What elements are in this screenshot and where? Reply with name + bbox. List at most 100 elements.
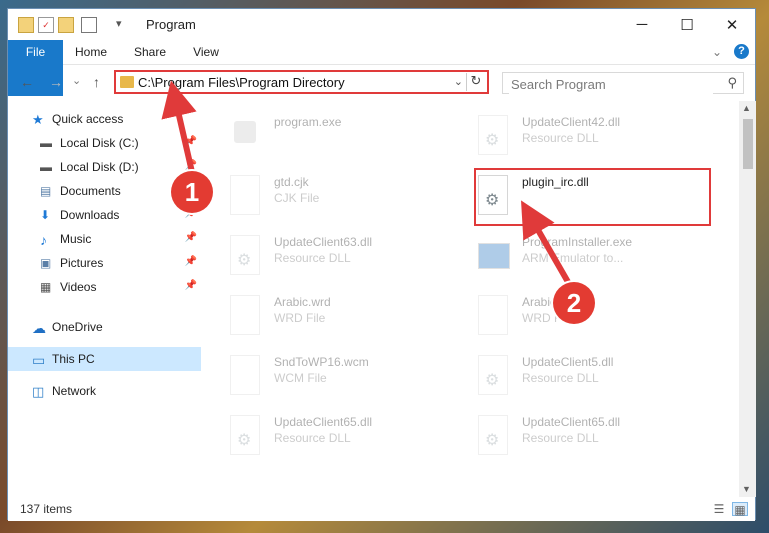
file-name: SndToWP16.wcm: [274, 355, 369, 369]
file-icon: [230, 175, 260, 215]
file-name: gtd.cjk: [274, 175, 309, 189]
item-count: 137 items: [20, 502, 73, 516]
refresh-button[interactable]: ↻: [466, 73, 485, 91]
nav-item-downloads[interactable]: ⬇ Downloads 📌: [8, 203, 201, 227]
document-icon: ▤: [40, 184, 52, 198]
nav-item-label: Documents: [60, 184, 121, 198]
up-button[interactable]: ↑: [93, 74, 100, 90]
folder-icon[interactable]: [18, 17, 34, 33]
videos-icon: ▦: [40, 280, 52, 294]
nav-item-label: Network: [52, 384, 97, 398]
nav-item-onedrive[interactable]: ☁ OneDrive: [8, 315, 201, 339]
nav-item-label: This PC: [52, 352, 95, 366]
nav-item-network[interactable]: ◫ Network: [8, 379, 201, 403]
nav-item-this-pc[interactable]: ▭ This PC: [8, 347, 201, 371]
file-name: UpdateClient63.dll: [274, 235, 373, 249]
file-item[interactable]: SndToWP16.wcm WCM File: [208, 351, 438, 407]
recent-locations-button[interactable]: ⌄: [72, 74, 81, 87]
customize-quick-access-icon[interactable]: ▾: [116, 17, 130, 31]
tiles-view-icon[interactable]: ▦: [732, 502, 748, 517]
pin-icon[interactable]: 📌: [185, 232, 197, 243]
file-item[interactable]: program.exe: [208, 111, 438, 167]
tab-share[interactable]: Share: [125, 40, 175, 64]
computer-icon: ▭: [32, 352, 46, 368]
file-name: UpdateClient65.dll: [522, 415, 621, 429]
pin-icon[interactable]: 📌: [185, 160, 197, 171]
file-highlight-box: [474, 168, 711, 226]
close-button[interactable]: ✕: [709, 9, 755, 40]
file-type: Resource DLL: [522, 131, 599, 145]
maximize-button[interactable]: ☐: [664, 9, 710, 40]
music-icon: ♪: [40, 232, 47, 248]
file-name: ProgramInstaller.exe: [522, 235, 633, 249]
file-item[interactable]: Arabic.wrd WRD File: [208, 291, 438, 347]
properties-icon[interactable]: ✓: [38, 17, 54, 33]
file-item[interactable]: ⚙ UpdateClient5.dll Resource DLL: [456, 351, 686, 407]
nav-item-local-disk-d[interactable]: ▬ Local Disk (D:) 📌: [8, 155, 201, 179]
nav-item-videos[interactable]: ▦ Videos 📌: [8, 275, 201, 299]
search-box[interactable]: ⚲: [502, 72, 744, 94]
ribbon-tabs: File Home Share View ⌄ ?: [8, 40, 755, 96]
pin-icon[interactable]: 📌: [185, 136, 197, 147]
back-button[interactable]: ←: [20, 74, 34, 90]
nav-item-local-disk-c[interactable]: ▬ Local Disk (C:) 📌: [8, 131, 201, 155]
nav-item-music[interactable]: ♪ Music 📌: [8, 227, 201, 251]
dll-file-icon: ⚙: [230, 235, 260, 275]
search-input[interactable]: [509, 74, 713, 94]
file-type: CJK File: [274, 191, 320, 205]
file-name: UpdateClient42.dll: [522, 115, 621, 129]
file-item[interactable]: ⚙ UpdateClient42.dll Resource DLL: [456, 111, 686, 167]
nav-item-label: Local Disk (C:): [60, 136, 139, 150]
star-icon: ★: [32, 112, 44, 127]
search-icon[interactable]: ⚲: [727, 75, 737, 91]
network-icon: ◫: [32, 384, 45, 399]
file-type: WRD File: [274, 311, 326, 325]
new-folder-icon[interactable]: [58, 17, 74, 33]
nav-item-label: Pictures: [60, 256, 104, 270]
file-type: WCM File: [274, 371, 327, 385]
folder-icon: [120, 76, 134, 88]
address-path[interactable]: C:\Program Files\Program Directory: [138, 75, 345, 90]
cloud-icon: ☁: [32, 320, 46, 336]
nav-item-label: Local Disk (D:): [60, 160, 139, 174]
scroll-up-icon[interactable]: ▲: [742, 103, 751, 113]
installer-icon: [478, 235, 510, 275]
pictures-icon: ▣: [40, 256, 52, 270]
help-icon[interactable]: ?: [734, 44, 749, 59]
file-item[interactable]: ⚙ UpdateClient65.dll Resource DLL: [456, 411, 686, 467]
window-title: Program: [146, 17, 196, 32]
details-view-icon[interactable]: ☰: [711, 502, 727, 516]
nav-item-pictures[interactable]: ▣ Pictures 📌: [8, 251, 201, 275]
minimize-button[interactable]: ─: [619, 9, 665, 40]
disk-icon: ▬: [40, 160, 52, 174]
pin-icon[interactable]: 📌: [185, 256, 197, 267]
file-name: UpdateClient5.dll: [522, 355, 614, 369]
vertical-scrollbar[interactable]: ▲ ▼: [739, 101, 756, 497]
forward-button[interactable]: →: [49, 74, 63, 90]
scroll-down-icon[interactable]: ▼: [742, 484, 751, 494]
disk-icon: ▬: [40, 136, 52, 150]
address-dropdown-icon[interactable]: ⌄: [454, 75, 463, 88]
nav-item-label: Downloads: [60, 208, 120, 222]
file-icon: [230, 355, 260, 395]
file-item[interactable]: gtd.cjk CJK File: [208, 171, 438, 227]
file-name: program.exe: [274, 115, 342, 129]
exe-icon: [230, 115, 260, 155]
view-toggle-icon[interactable]: [81, 17, 97, 33]
nav-item-quick-access[interactable]: ★ Quick access: [8, 107, 201, 131]
dll-file-icon: ⚙: [478, 115, 508, 155]
nav-item-label: OneDrive: [52, 320, 103, 334]
tab-home[interactable]: Home: [66, 40, 116, 64]
scrollbar-thumb[interactable]: [743, 119, 753, 169]
file-type: Resource DLL: [274, 251, 351, 265]
file-icon: [478, 295, 508, 335]
tab-view[interactable]: View: [184, 40, 228, 64]
file-item[interactable]: ⚙ UpdateClient63.dll Resource DLL: [208, 231, 438, 287]
file-item[interactable]: ⚙ UpdateClient65.dll Resource DLL: [208, 411, 438, 467]
nav-item-label: Music: [60, 232, 92, 246]
address-bar[interactable]: C:\Program Files\Program Directory ⌄ ↻: [114, 70, 489, 94]
expand-ribbon-icon[interactable]: ⌄: [708, 40, 726, 64]
pin-icon[interactable]: 📌: [185, 280, 197, 291]
status-bar: 137 items ☰ ▦: [8, 499, 755, 521]
file-item[interactable]: ProgramInstaller.exe ARM Emulator to...: [456, 231, 686, 287]
